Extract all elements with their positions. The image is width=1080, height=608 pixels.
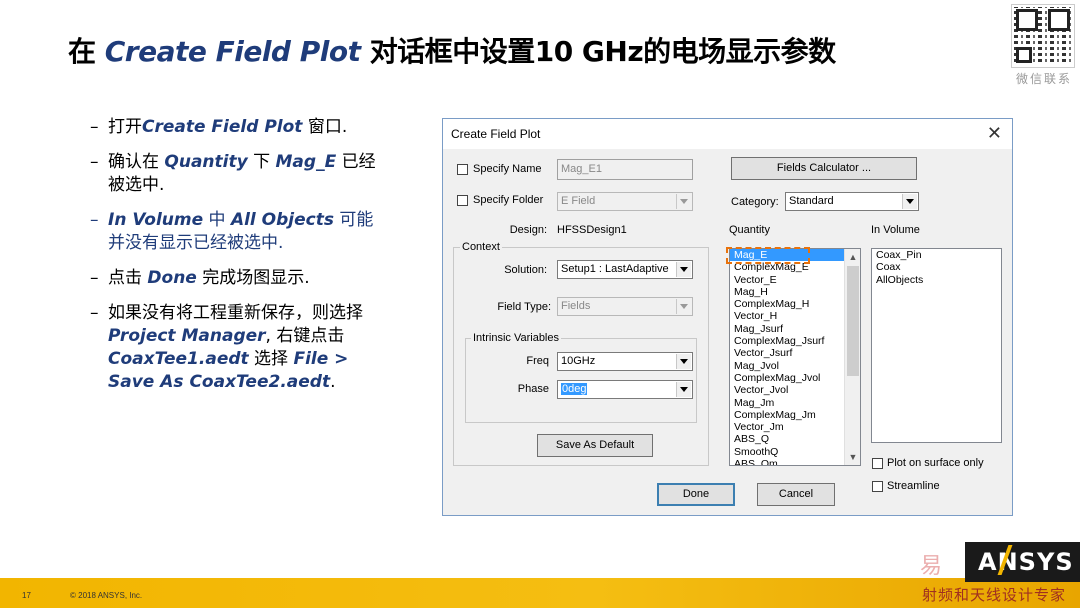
done-button[interactable]: Done bbox=[657, 483, 735, 506]
bullet-5: – 如果没有将工程重新保存，则选择 Project Manager, 右键点击Co… bbox=[90, 303, 363, 392]
quantity-item[interactable]: Mag_H bbox=[730, 286, 860, 298]
plot-on-surface-label: Plot on surface only bbox=[887, 457, 984, 469]
phase-label: Phase bbox=[517, 383, 549, 395]
quantity-item[interactable]: Mag_Jm bbox=[730, 397, 860, 409]
scroll-up-icon[interactable]: ▲ bbox=[845, 249, 860, 265]
specify-name-field[interactable]: Mag_E1 bbox=[557, 159, 693, 180]
slide-title: 在 Create Field Plot 对话框中设置10 GHz的电场显示参数 bbox=[68, 35, 836, 68]
freq-select[interactable]: 10GHz bbox=[557, 352, 693, 371]
chevron-down-icon bbox=[676, 194, 691, 209]
page-number: 17 bbox=[22, 591, 31, 600]
quantity-item[interactable]: ComplexMag_E bbox=[730, 261, 860, 273]
bullet-list: – 打开Create Field Plot 窗口. – 确认在 Quantity … bbox=[90, 116, 390, 406]
qr-label: 微信联系 bbox=[1015, 72, 1072, 86]
quantity-item[interactable]: Vector_Jvol bbox=[730, 384, 860, 396]
scroll-thumb[interactable] bbox=[847, 266, 859, 376]
design-value: HFSSDesign1 bbox=[557, 224, 627, 236]
solution-label: Solution: bbox=[504, 264, 547, 276]
cancel-button[interactable]: Cancel bbox=[757, 483, 835, 506]
quantity-item[interactable]: ABS_Q bbox=[730, 433, 860, 445]
chevron-down-icon bbox=[676, 299, 691, 314]
ansys-logo-text: ANSYS bbox=[978, 548, 1074, 576]
quantity-item[interactable]: Vector_H bbox=[730, 310, 860, 322]
chevron-down-icon bbox=[676, 354, 691, 369]
fields-calculator-button[interactable]: Fields Calculator ... bbox=[731, 157, 917, 180]
specify-folder-checkbox[interactable] bbox=[457, 195, 468, 206]
freq-label: Freq bbox=[526, 355, 549, 367]
chevron-down-icon bbox=[676, 382, 691, 397]
chevron-down-icon bbox=[676, 262, 691, 277]
quantity-item[interactable]: ComplexMag_Jm bbox=[730, 409, 860, 421]
quantity-item[interactable]: Mag_Jvol bbox=[730, 360, 860, 372]
bullet-4: – 点击 Done 完成场图显示. bbox=[90, 268, 310, 288]
quantity-item[interactable]: Mag_E bbox=[730, 249, 860, 262]
quantity-item[interactable]: Mag_Jsurf bbox=[730, 323, 860, 335]
volume-item[interactable]: Coax bbox=[872, 261, 1001, 273]
save-as-default-button[interactable]: Save As Default bbox=[537, 434, 653, 457]
qr-code bbox=[1011, 4, 1075, 68]
copyright: © 2018 ANSYS, Inc. bbox=[70, 591, 143, 600]
create-field-plot-dialog: Create Field Plot ✕ Specify Name Mag_E1 … bbox=[442, 118, 1013, 516]
scroll-down-icon[interactable]: ▼ bbox=[845, 449, 860, 465]
plot-on-surface-checkbox[interactable] bbox=[872, 458, 883, 469]
field-type-select[interactable]: Fields bbox=[557, 297, 693, 316]
streamline-label: Streamline bbox=[887, 480, 940, 492]
specify-folder-select[interactable]: E Field bbox=[557, 192, 693, 211]
watermark-bottom: 射频和天线设计专家 bbox=[922, 586, 1067, 604]
watermark-top: 易 bbox=[920, 554, 943, 579]
context-label: Context bbox=[460, 241, 502, 253]
quantity-scrollbar[interactable]: ▲ ▼ bbox=[844, 249, 860, 465]
title-highlight: Create Field Plot bbox=[104, 35, 361, 68]
category-select[interactable]: Standard bbox=[785, 192, 919, 211]
volume-item[interactable]: Coax_Pin bbox=[872, 249, 1001, 261]
close-icon[interactable]: ✕ bbox=[987, 124, 1002, 142]
phase-select[interactable]: 0deg bbox=[557, 380, 693, 399]
quantity-item[interactable]: Vector_Jm bbox=[730, 421, 860, 433]
bullet-1: – 打开Create Field Plot 窗口. bbox=[90, 117, 348, 137]
field-type-label: Field Type: bbox=[497, 301, 551, 313]
design-label: Design: bbox=[509, 224, 547, 236]
bullet-3: – In Volume 中 All Objects 可能并没有显示已经被选中. bbox=[90, 210, 374, 253]
dialog-title: Create Field Plot bbox=[451, 127, 541, 141]
quantity-item[interactable]: ABS_Qm bbox=[730, 458, 860, 465]
quantity-item[interactable]: ComplexMag_H bbox=[730, 298, 860, 310]
specify-name-checkbox[interactable] bbox=[457, 164, 468, 175]
solution-select[interactable]: Setup1 : LastAdaptive bbox=[557, 260, 693, 279]
in-volume-list[interactable]: Coax_Pin Coax AllObjects bbox=[871, 248, 1002, 443]
footer-bar: 17 © 2018 ANSYS, Inc. bbox=[0, 578, 1080, 608]
streamline-checkbox[interactable] bbox=[872, 481, 883, 492]
quantity-item[interactable]: SmoothQ bbox=[730, 446, 860, 458]
in-volume-label: In Volume bbox=[871, 224, 920, 236]
quantity-item[interactable]: ComplexMag_Jsurf bbox=[730, 335, 860, 347]
specify-name-label: Specify Name bbox=[473, 163, 542, 175]
intrinsic-variables-label: Intrinsic Variables bbox=[471, 332, 561, 344]
quantity-list[interactable]: Mag_E ComplexMag_E Vector_E Mag_H ComplexMag… bbox=[729, 248, 861, 466]
quantity-item[interactable]: ComplexMag_Jvol bbox=[730, 372, 860, 384]
quantity-label: Quantity bbox=[729, 224, 770, 236]
dialog-titlebar[interactable]: Create Field Plot ✕ bbox=[443, 119, 1012, 149]
bullet-2: – 确认在 Quantity 下 Mag_E 已经被选中. bbox=[90, 152, 376, 195]
quantity-item[interactable]: Vector_Jsurf bbox=[730, 347, 860, 359]
specify-folder-label: Specify Folder bbox=[473, 194, 544, 206]
volume-item[interactable]: AllObjects bbox=[872, 274, 1001, 286]
category-label: Category: bbox=[731, 196, 779, 208]
chevron-down-icon bbox=[902, 194, 917, 209]
quantity-item[interactable]: Vector_E bbox=[730, 274, 860, 286]
